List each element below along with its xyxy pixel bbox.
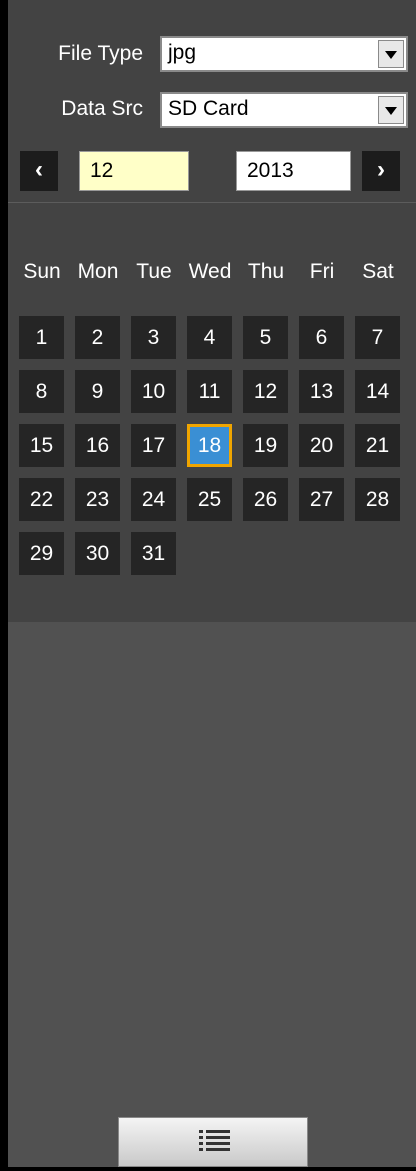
day-cell[interactable]: 15	[19, 424, 64, 467]
list-view-button[interactable]	[118, 1117, 308, 1167]
data-src-value: SD Card	[168, 97, 249, 120]
day-cell[interactable]: 13	[299, 370, 344, 413]
month-field[interactable]: 12	[79, 151, 189, 191]
day-cell[interactable]: 17	[131, 424, 176, 467]
day-cell[interactable]: 1	[19, 316, 64, 359]
day-cell[interactable]: 28	[355, 478, 400, 521]
day-cell[interactable]: 21	[355, 424, 400, 467]
next-month-button[interactable]: ›	[362, 151, 400, 191]
day-cell[interactable]: 2	[75, 316, 120, 359]
weekday-thu: Thu	[247, 260, 285, 283]
year-field[interactable]: 2013	[236, 151, 351, 191]
day-cell[interactable]: 10	[131, 370, 176, 413]
day-cell[interactable]: 22	[19, 478, 64, 521]
file-type-label: File Type	[58, 42, 143, 65]
weekday-fri: Fri	[309, 260, 335, 283]
weekday-sun: Sun	[23, 260, 61, 283]
dropdown-arrow-icon[interactable]	[378, 96, 404, 124]
day-cell[interactable]: 26	[243, 478, 288, 521]
prev-month-button[interactable]: ‹	[20, 151, 58, 191]
weekday-sat: Sat	[362, 260, 394, 283]
data-src-select[interactable]: SD Card	[160, 92, 408, 128]
search-panel: File Type jpg Data Src SD Card ‹ 12 2013…	[8, 0, 416, 1167]
day-cell[interactable]: 3	[131, 316, 176, 359]
file-type-value: jpg	[168, 41, 197, 64]
filter-calendar-section: File Type jpg Data Src SD Card ‹ 12 2013…	[8, 0, 416, 622]
day-cell[interactable]: 30	[75, 532, 120, 575]
day-cell[interactable]: 24	[131, 478, 176, 521]
day-cell[interactable]: 31	[131, 532, 176, 575]
data-src-label: Data Src	[61, 97, 143, 120]
day-cell[interactable]: 11	[187, 370, 232, 413]
day-cell[interactable]: 27	[299, 478, 344, 521]
divider	[8, 202, 416, 203]
day-cell[interactable]: 8	[19, 370, 64, 413]
day-cell[interactable]: 19	[243, 424, 288, 467]
weekday-mon: Mon	[77, 260, 119, 283]
day-cell[interactable]: 9	[75, 370, 120, 413]
list-icon	[199, 1130, 230, 1151]
day-cell[interactable]: 5	[243, 316, 288, 359]
day-cell[interactable]: 6	[299, 316, 344, 359]
day-cell[interactable]: 16	[75, 424, 120, 467]
day-cell[interactable]: 23	[75, 478, 120, 521]
day-cell[interactable]: 4	[187, 316, 232, 359]
day-cell[interactable]: 29	[19, 532, 64, 575]
day-cell[interactable]: 7	[355, 316, 400, 359]
file-type-select[interactable]: jpg	[160, 36, 408, 72]
dropdown-arrow-icon[interactable]	[378, 40, 404, 68]
day-cell[interactable]: 20	[299, 424, 344, 467]
weekday-wed: Wed	[188, 260, 232, 283]
day-cell[interactable]: 25	[187, 478, 232, 521]
day-cell-selected[interactable]: 18	[187, 424, 232, 467]
weekday-tue: Tue	[136, 260, 172, 283]
day-cell[interactable]: 12	[243, 370, 288, 413]
day-cell[interactable]: 14	[355, 370, 400, 413]
